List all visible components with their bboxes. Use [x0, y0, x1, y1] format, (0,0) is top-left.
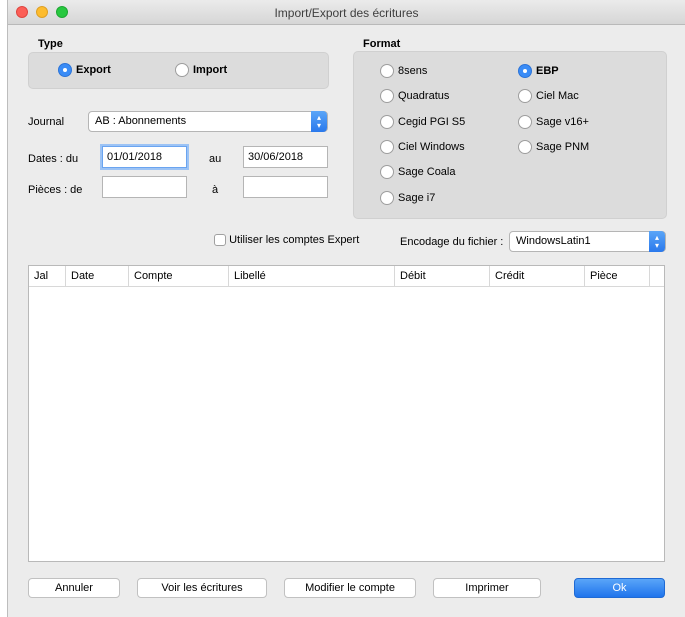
format-group-label: Format: [363, 38, 401, 50]
radio-cegid-label: Cegid PGI S5: [398, 116, 466, 128]
radio-unselected-icon: [380, 191, 394, 205]
checkbox-icon: [214, 234, 226, 247]
pieces-label: Pièces : de: [28, 184, 83, 196]
dialog-window: Import/Export des écritures Type Export …: [7, 0, 685, 617]
radio-unselected-icon: [380, 140, 394, 154]
radio-selected-icon: [518, 64, 532, 78]
radio-sage-pnm-label: Sage PNM: [536, 141, 590, 153]
radio-sage-i7-label: Sage i7: [398, 192, 436, 204]
radio-sage-v16-label: Sage v16+: [536, 116, 589, 128]
radio-unselected-icon: [175, 63, 189, 77]
expert-accounts-checkbox[interactable]: Utiliser les comptes Expert: [214, 234, 360, 247]
column-header-debit[interactable]: Débit: [395, 266, 490, 286]
date-from-input[interactable]: 01/01/2018: [102, 146, 187, 168]
radio-ciel-windows[interactable]: Ciel Windows: [380, 140, 465, 154]
radio-unselected-icon: [380, 89, 394, 103]
column-header-date[interactable]: Date: [66, 266, 129, 286]
radio-sage-pnm[interactable]: Sage PNM: [518, 140, 589, 154]
radio-import[interactable]: Import: [175, 63, 227, 77]
encoding-select[interactable]: WindowsLatin1 ▴ ▾: [509, 231, 666, 252]
print-button[interactable]: Imprimer: [433, 578, 541, 598]
table-header: Jal Date Compte Libellé Débit Crédit Piè…: [29, 266, 664, 287]
radio-sage-i7[interactable]: Sage i7: [380, 191, 435, 205]
column-header-compte[interactable]: Compte: [129, 266, 229, 286]
dates-label: Dates : du: [28, 153, 79, 165]
type-group-label: Type: [38, 38, 63, 50]
radio-8sens[interactable]: 8sens: [380, 64, 427, 78]
radio-unselected-icon: [380, 165, 394, 179]
radio-quadratus[interactable]: Quadratus: [380, 89, 449, 103]
ok-button[interactable]: Ok: [574, 578, 665, 598]
expert-accounts-label: Utiliser les comptes Expert: [229, 234, 360, 246]
radio-unselected-icon: [380, 115, 394, 129]
radio-ebp[interactable]: EBP: [518, 64, 559, 78]
radio-sage-v16[interactable]: Sage v16+: [518, 115, 589, 129]
column-header-credit[interactable]: Crédit: [490, 266, 585, 286]
radio-cegid-pgi-s5[interactable]: Cegid PGI S5: [380, 115, 465, 129]
piece-from-input[interactable]: [102, 176, 187, 198]
cancel-button[interactable]: Annuler: [28, 578, 120, 598]
encoding-label: Encodage du fichier :: [400, 236, 504, 248]
view-entries-button[interactable]: Voir les écritures: [137, 578, 267, 598]
column-header-piece[interactable]: Pièce: [585, 266, 650, 286]
radio-unselected-icon: [518, 140, 532, 154]
radio-unselected-icon: [518, 115, 532, 129]
encoding-select-value: WindowsLatin1: [516, 235, 591, 247]
radio-sage-coala-label: Sage Coala: [398, 166, 456, 178]
format-group: 8sens EBP Quadratus Ciel Mac Cegid PGI S…: [353, 51, 667, 219]
window-title: Import/Export des écritures: [274, 6, 419, 20]
journal-label: Journal: [28, 116, 65, 128]
piece-to-input[interactable]: [243, 176, 328, 198]
column-header-jal[interactable]: Jal: [29, 266, 66, 286]
title-bar: Import/Export des écritures: [8, 0, 685, 25]
journal-select-value: AB : Abonnements: [95, 115, 187, 127]
date-to-input[interactable]: 30/06/2018: [243, 146, 328, 168]
radio-8sens-label: 8sens: [398, 65, 428, 77]
journal-select[interactable]: AB : Abonnements ▴ ▾: [88, 111, 328, 132]
radio-unselected-icon: [380, 64, 394, 78]
radio-sage-coala[interactable]: Sage Coala: [380, 165, 456, 179]
type-group: Export Import: [28, 52, 329, 89]
radio-unselected-icon: [518, 89, 532, 103]
column-header-libelle[interactable]: Libellé: [229, 266, 395, 286]
dates-to-label: au: [209, 153, 222, 165]
modify-account-button[interactable]: Modifier le compte: [284, 578, 416, 598]
radio-import-label: Import: [193, 64, 228, 76]
pieces-to-label: à: [212, 184, 219, 196]
radio-quadratus-label: Quadratus: [398, 90, 450, 102]
radio-export[interactable]: Export: [58, 63, 111, 77]
radio-ciel-mac[interactable]: Ciel Mac: [518, 89, 579, 103]
radio-selected-icon: [58, 63, 72, 77]
entries-table[interactable]: Jal Date Compte Libellé Débit Crédit Piè…: [28, 265, 665, 562]
radio-ciel-mac-label: Ciel Mac: [536, 90, 579, 102]
radio-ebp-label: EBP: [536, 65, 559, 77]
radio-export-label: Export: [76, 64, 111, 76]
select-arrows-icon: ▴ ▾: [311, 111, 327, 132]
radio-ciel-windows-label: Ciel Windows: [398, 141, 465, 153]
select-arrows-icon: ▴ ▾: [649, 231, 665, 252]
